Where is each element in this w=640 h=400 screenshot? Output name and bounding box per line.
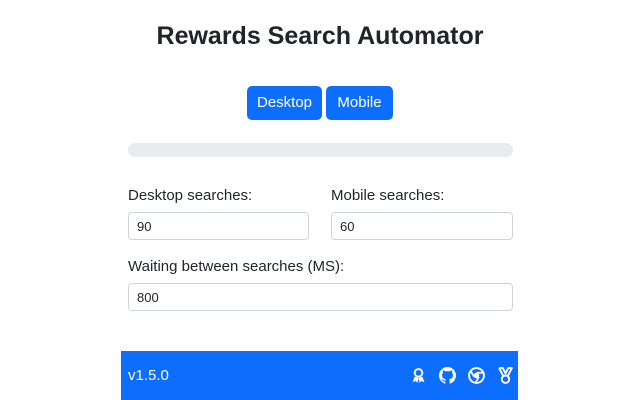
version-text: v1.5.0 (128, 367, 169, 384)
wait-between-searches-label: Waiting between searches (MS): (128, 258, 345, 275)
mobile-searches-label: Mobile searches: (331, 187, 445, 204)
footer: v1.5.0 (121, 351, 518, 400)
desktop-searches-label: Desktop searches: (128, 187, 253, 204)
mobile-button[interactable]: Mobile (326, 86, 393, 120)
chrome-icon[interactable] (468, 367, 485, 384)
desktop-button[interactable]: Desktop (247, 86, 322, 120)
mobile-searches-input[interactable] (331, 212, 513, 240)
footer-icon-group (410, 367, 514, 384)
mode-button-group: Desktop Mobile (247, 86, 393, 120)
progress-bar-track (128, 143, 513, 157)
rewards-badge-icon[interactable] (410, 367, 427, 384)
desktop-searches-input[interactable] (128, 212, 309, 240)
wait-between-searches-input[interactable] (128, 283, 513, 311)
github-icon[interactable] (439, 367, 456, 384)
medal-icon[interactable] (497, 367, 514, 384)
page-title: Rewards Search Automator (156, 22, 484, 50)
